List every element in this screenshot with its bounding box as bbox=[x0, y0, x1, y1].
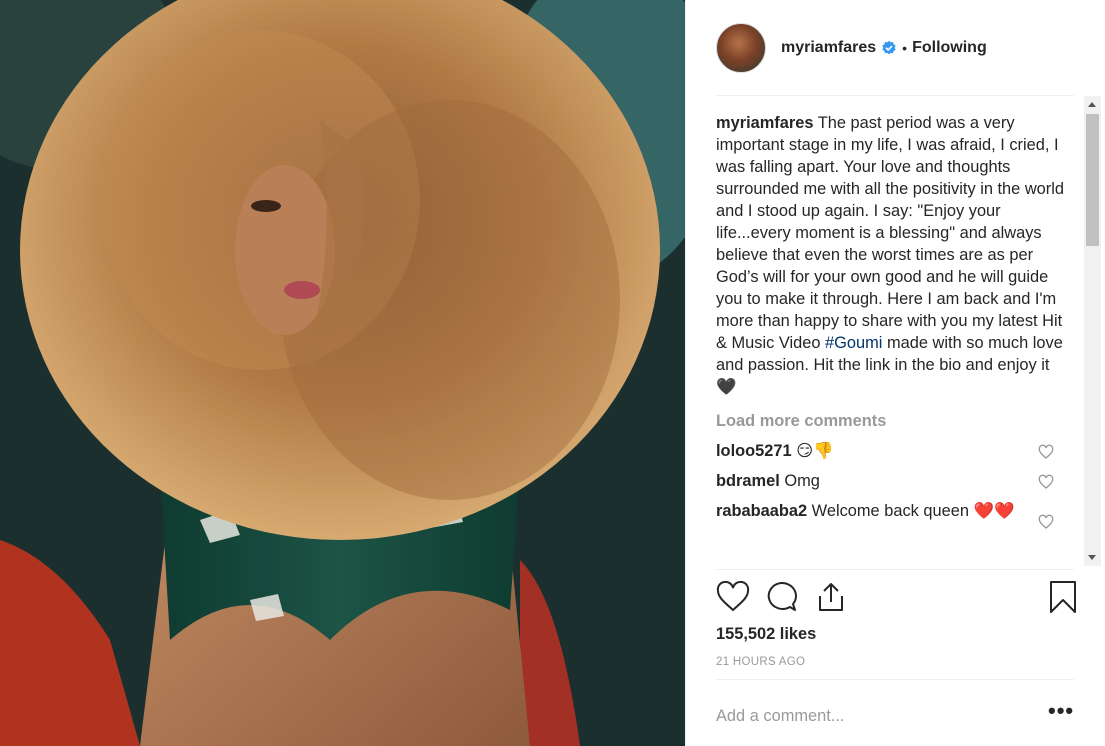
comment-text: Welcome back queen bbox=[807, 502, 974, 520]
scroll-down-arrow-icon[interactable] bbox=[1088, 555, 1096, 560]
more-options-icon[interactable]: ••• bbox=[1048, 700, 1074, 727]
comment-like-heart-icon[interactable] bbox=[1038, 514, 1054, 530]
comment-icon[interactable] bbox=[764, 580, 798, 614]
comment-item: bdramel Omg bbox=[716, 470, 1066, 492]
comment-like-heart-icon[interactable] bbox=[1038, 474, 1054, 490]
scrollbar-thumb[interactable] bbox=[1086, 114, 1099, 246]
comment-like-heart-icon[interactable] bbox=[1038, 444, 1054, 460]
caption-text: The past period was a very important sta… bbox=[716, 114, 1065, 352]
add-comment-input[interactable] bbox=[716, 700, 1036, 732]
bookmark-icon[interactable] bbox=[1046, 580, 1080, 614]
comment-item: rababaaba2 Welcome back queen ❤️❤️ bbox=[716, 500, 1066, 529]
header-divider bbox=[716, 95, 1074, 96]
share-icon[interactable] bbox=[814, 580, 848, 614]
verified-badge-icon bbox=[882, 40, 896, 55]
post-photo[interactable] bbox=[0, 0, 685, 746]
comment-username[interactable]: bdramel bbox=[716, 472, 780, 490]
comment-emoji: 😏👎 bbox=[796, 442, 834, 460]
avatar[interactable] bbox=[716, 23, 766, 73]
comment-box-divider bbox=[716, 679, 1074, 680]
following-button[interactable]: Following bbox=[912, 39, 987, 57]
comment-emoji: ❤️❤️ bbox=[973, 502, 1015, 520]
scroll-up-arrow-icon[interactable] bbox=[1088, 102, 1096, 107]
caption-heart-emoji: 🖤 bbox=[716, 378, 737, 396]
caption-username[interactable]: myriamfares bbox=[716, 114, 814, 132]
action-bar bbox=[716, 580, 1078, 616]
comment-item: loloo5271 😏👎 bbox=[716, 440, 1066, 462]
comments-scrollbar[interactable] bbox=[1084, 96, 1101, 566]
comments-list: myriamfares The past period was a very i… bbox=[716, 112, 1066, 568]
like-count[interactable]: 155,502 likes bbox=[716, 625, 816, 644]
photo-illustration bbox=[0, 0, 685, 746]
post-side-panel: myriamfares • Following myriamfares The … bbox=[685, 0, 1105, 746]
caption: myriamfares The past period was a very i… bbox=[716, 112, 1066, 398]
header-username[interactable]: myriamfares bbox=[781, 39, 876, 57]
header-separator: • bbox=[902, 40, 908, 56]
comment-username[interactable]: rababaaba2 bbox=[716, 502, 807, 520]
load-more-comments-link[interactable]: Load more comments bbox=[716, 410, 1066, 432]
comment-text: Omg bbox=[779, 472, 820, 490]
heart-icon[interactable] bbox=[716, 580, 750, 614]
post-timestamp[interactable]: 21 HOURS AGO bbox=[716, 656, 805, 668]
hashtag-link[interactable]: #Goumi bbox=[825, 334, 882, 352]
actions-divider bbox=[716, 569, 1074, 570]
post-header: myriamfares • Following bbox=[716, 22, 1076, 74]
comment-username[interactable]: loloo5271 bbox=[716, 442, 792, 460]
